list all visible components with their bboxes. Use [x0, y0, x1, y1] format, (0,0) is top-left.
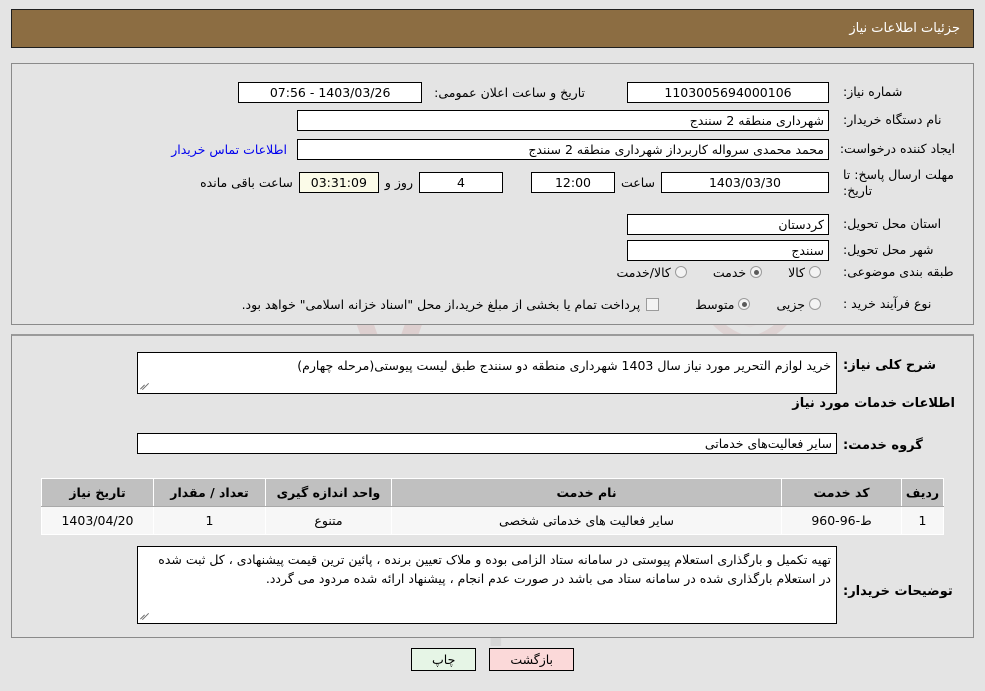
table-row: 1 ط-96-960 سایر فعالیت های خدماتی شخصی م…: [41, 506, 944, 535]
countdown-suffix-label: ساعت باقی مانده: [200, 175, 293, 191]
province-value: کردستان: [627, 214, 829, 235]
service-group-value: سایر فعالیت‌های خدماتی: [137, 433, 837, 454]
buyer-org-label: نام دستگاه خریدار:: [843, 112, 942, 128]
deadline-date-value: 1403/03/30: [661, 172, 829, 194]
row-category: طبقه بندی موضوعی: کالا خدمت کالا/خدمت: [604, 264, 955, 281]
category-label: طبقه بندی موضوعی:: [843, 264, 954, 279]
cell-service-name: سایر فعالیت های خدماتی شخصی: [391, 506, 782, 535]
row-need-number: شماره نیاز: 1103005694000106 تاریخ و ساع…: [238, 82, 955, 103]
days-and-label: روز و: [384, 175, 413, 191]
buyer-contact-link[interactable]: اطلاعات تماس خریدار: [171, 142, 287, 157]
radio-category-kala[interactable]: کالا: [776, 265, 821, 280]
treasury-documents-checkbox[interactable]: [646, 297, 660, 311]
row-purchase-process: نوع فرآیند خرید : جزیی متوسط پرداخت تمام…: [236, 296, 955, 313]
radio-dot-kala[interactable]: [809, 266, 821, 279]
cell-need-date: 1403/04/20: [41, 506, 154, 535]
radio-dot-jozi[interactable]: [809, 298, 821, 311]
public-announce-label: تاریخ و ساعت اعلان عمومی:: [434, 85, 585, 100]
back-button[interactable]: بازگشت: [489, 648, 575, 671]
buyer-notes-textarea[interactable]: تهیه تکمیل و بارگذاری استعلام پیوستی در …: [137, 546, 837, 624]
th-service-name: نام خدمت: [391, 478, 782, 507]
need-number-label: شماره نیاز:: [843, 84, 903, 100]
radio-process-jozi[interactable]: جزیی: [764, 297, 821, 312]
row-province: استان محل تحویل: کردستان: [627, 214, 955, 235]
row-city: شهر محل تحویل: سنندج: [627, 240, 955, 261]
row-buyer-org: نام دستگاه خریدار: شهرداری منطقه 2 سنندج: [297, 110, 955, 131]
city-value: سنندج: [627, 240, 829, 261]
resize-grip-icon-notes: [140, 612, 150, 622]
service-group-label: گروه خدمت:: [843, 438, 923, 453]
cell-unit: متنوع: [265, 506, 392, 535]
buyer-notes-value: تهیه تکمیل و بارگذاری استعلام پیوستی در …: [158, 552, 831, 587]
table-header-row: ردیف کد خدمت نام خدمت واحد اندازه گیری ت…: [41, 478, 944, 507]
city-label: شهر محل تحویل:: [843, 242, 934, 258]
radio-label-kala: کالا: [788, 264, 805, 280]
general-desc-textarea[interactable]: خرید لوازم التحریر مورد نیاز سال 1403 شه…: [137, 352, 837, 394]
public-announce-value: 1403/03/26 - 07:56: [238, 82, 423, 103]
cell-index: 1: [901, 506, 944, 535]
radio-label-motavaset: متوسط: [695, 296, 735, 312]
cell-service-code: ط-96-960: [781, 506, 902, 535]
radio-label-jozi: جزیی: [776, 296, 805, 312]
radio-dot-motavaset[interactable]: [738, 298, 751, 311]
radio-dot-khedmat[interactable]: [750, 266, 763, 279]
general-desc-value: خرید لوازم التحریر مورد نیاز سال 1403 شه…: [297, 358, 831, 373]
requester-value: محمد محمدی سرواله کاربرداز شهرداری منطقه…: [297, 139, 829, 160]
services-section-title: اطلاعات خدمات مورد نیاز: [792, 396, 955, 411]
radio-label-khedmat: خدمت: [712, 264, 747, 280]
th-index: ردیف: [901, 478, 944, 507]
th-need-date: تاریخ نیاز: [41, 478, 154, 507]
th-service-code: کد خدمت: [781, 478, 902, 507]
buyer-notes-label: توضیحات خریدار:: [843, 584, 953, 599]
treasury-note-label: پرداخت تمام یا بخشی از مبلغ خرید،از محل …: [241, 296, 641, 312]
process-label: نوع فرآیند خرید :: [843, 296, 932, 311]
province-label: استان محل تحویل:: [843, 216, 942, 232]
th-quantity: تعداد / مقدار: [153, 478, 266, 507]
countdown-timer: 03:31:09: [298, 172, 379, 194]
services-table-wrap: ردیف کد خدمت نام خدمت واحد اندازه گیری ت…: [41, 478, 944, 535]
row-requester: ایجاد کننده درخواست: محمد محمدی سرواله ک…: [171, 139, 955, 160]
services-table: ردیف کد خدمت نام خدمت واحد اندازه گیری ت…: [41, 478, 944, 535]
deadline-label: مهلت ارسال پاسخ: تا تاریخ:: [843, 167, 954, 198]
row-deadline: مهلت ارسال پاسخ: تا تاریخ: 1403/03/30 سا…: [194, 167, 955, 198]
cell-quantity: 1: [153, 506, 266, 535]
general-desc-label: شرح کلی نیاز:: [843, 358, 937, 373]
days-remaining-value: 4: [418, 172, 503, 194]
deadline-hour-value: 12:00: [530, 172, 615, 194]
deadline-hour-label: ساعت: [620, 175, 655, 191]
resize-grip-icon: [140, 382, 150, 392]
bottom-button-bar: بازگشت چاپ: [0, 648, 985, 671]
page-root: AriaTender.net V W T جزئیات اطلاعات نیاز…: [0, 0, 985, 691]
radio-dot-kala-khedmat[interactable]: [674, 266, 687, 279]
need-number-value: 1103005694000106: [627, 82, 829, 103]
radio-process-motavaset[interactable]: متوسط: [683, 296, 751, 312]
th-unit: واحد اندازه گیری: [265, 478, 392, 507]
page-title: جزئیات اطلاعات نیاز: [849, 21, 960, 36]
page-title-bar: جزئیات اطلاعات نیاز: [11, 9, 974, 48]
requester-label: ایجاد کننده درخواست:: [839, 141, 955, 157]
print-button[interactable]: چاپ: [411, 648, 477, 671]
radio-category-khedmat[interactable]: خدمت: [701, 264, 763, 280]
radio-category-kala-khedmat[interactable]: کالا/خدمت: [604, 264, 687, 280]
buyer-org-value: شهرداری منطقه 2 سنندج: [297, 110, 829, 131]
radio-label-kala-khedmat: کالا/خدمت: [616, 264, 671, 280]
